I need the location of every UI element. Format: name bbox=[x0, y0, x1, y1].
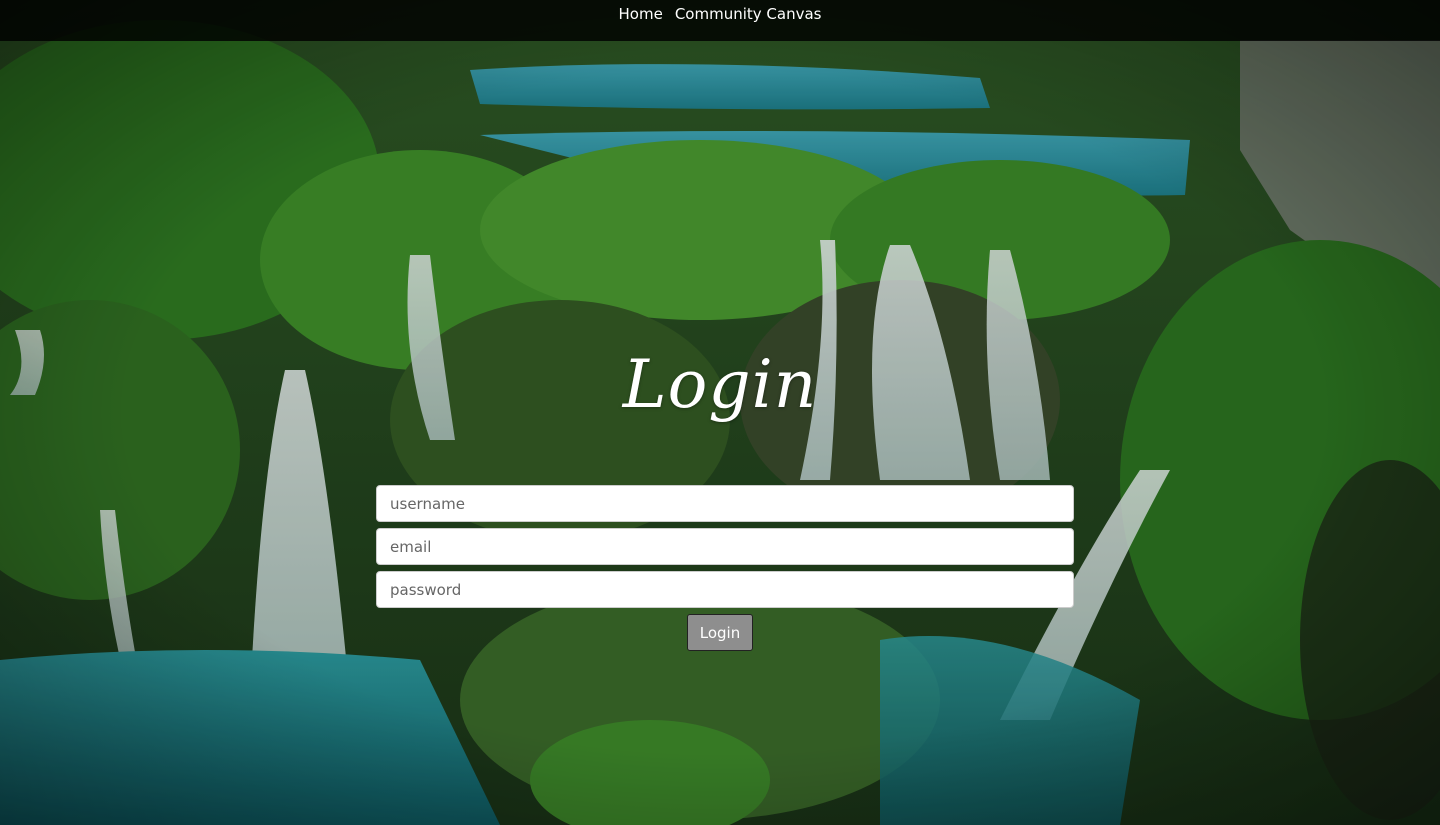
email-input[interactable] bbox=[376, 528, 1074, 565]
login-button[interactable]: Login bbox=[687, 614, 753, 651]
login-heading: Login bbox=[622, 346, 818, 423]
nav-home-link[interactable]: Home bbox=[619, 4, 663, 24]
username-input[interactable] bbox=[376, 485, 1074, 522]
top-navbar: Home Community Canvas bbox=[0, 0, 1440, 41]
nav-community-canvas-link[interactable]: Community Canvas bbox=[675, 4, 822, 24]
password-input[interactable] bbox=[376, 571, 1074, 608]
